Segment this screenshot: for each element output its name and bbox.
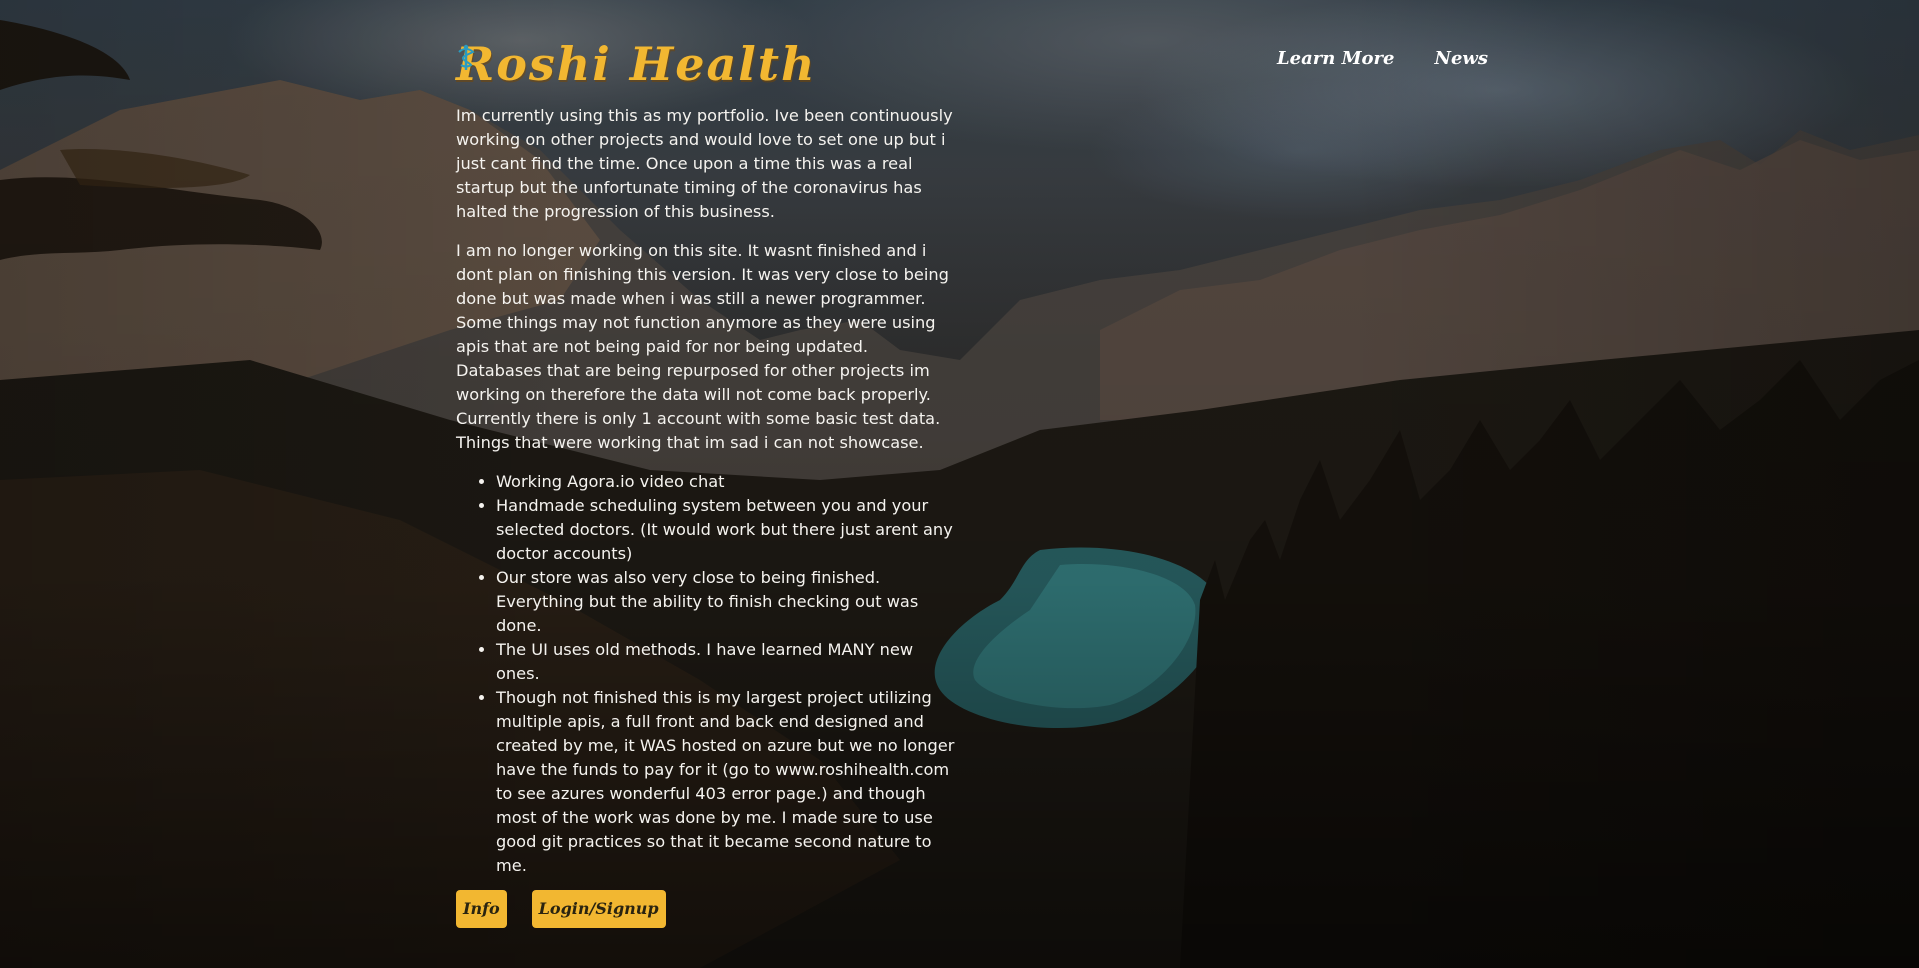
login-signup-button[interactable]: Login/Signup (531, 890, 666, 928)
list-item: Though not finished this is my largest p… (496, 686, 956, 878)
info-button[interactable]: Info (456, 890, 507, 928)
list-item: Working Agora.io video chat (496, 470, 956, 494)
list-item: Our store was also very close to being f… (496, 566, 956, 638)
background-landscape (0, 0, 1919, 968)
status-paragraph: I am no longer working on this site. It … (456, 241, 949, 452)
logo[interactable]: Roshi Health (456, 36, 816, 92)
intro-paragraph: Im currently using this as my portfolio.… (456, 106, 953, 221)
list-item: The UI uses old methods. I have learned … (496, 638, 956, 686)
feature-list: Working Agora.io video chat Handmade sch… (456, 470, 956, 878)
nav-news[interactable]: News (1434, 48, 1488, 69)
main-content: Im currently using this as my portfolio.… (456, 104, 956, 928)
top-nav: Learn More News (1277, 48, 1488, 69)
brand-name: Roshi Health (456, 37, 817, 91)
nav-learn-more[interactable]: Learn More (1277, 48, 1394, 69)
vignette (0, 0, 1919, 968)
caduceus-icon (458, 44, 475, 70)
action-buttons: Info Login/Signup (456, 890, 956, 928)
list-item: Handmade scheduling system between you a… (496, 494, 956, 566)
